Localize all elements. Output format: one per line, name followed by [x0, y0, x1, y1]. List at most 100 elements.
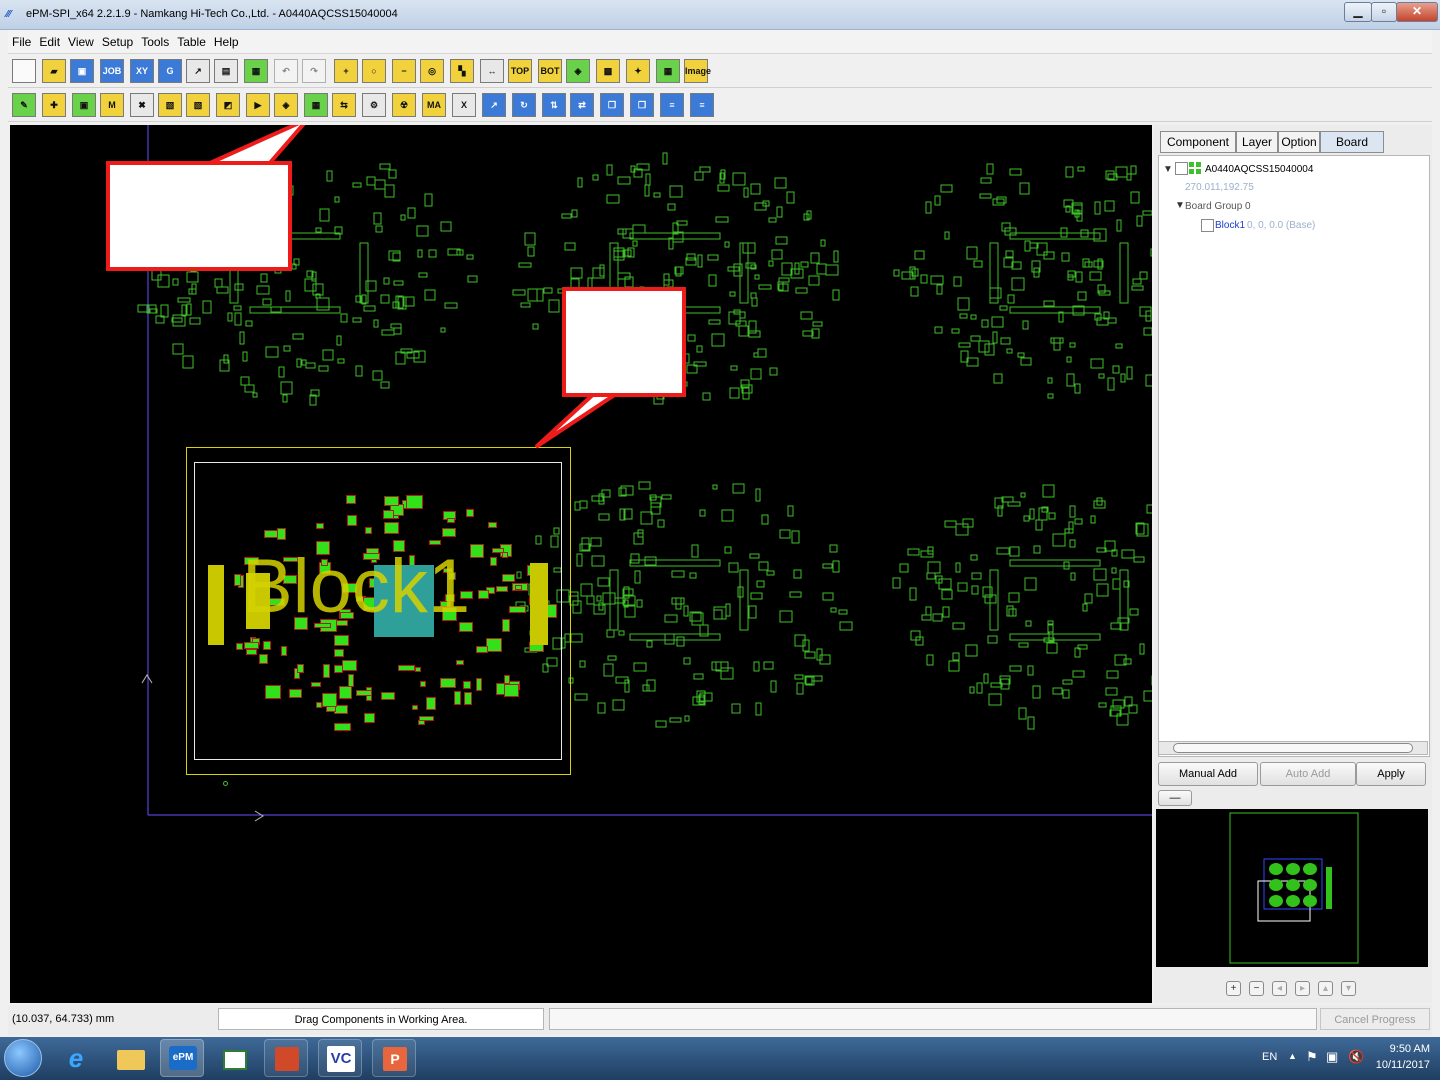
job-icon[interactable]: JOB: [100, 59, 124, 83]
toolbar-callout: [106, 161, 292, 271]
outlook-icon[interactable]: [264, 1039, 308, 1077]
xy-icon[interactable]: XY: [130, 59, 154, 83]
overview-minimap[interactable]: [1156, 809, 1428, 967]
bottom-icon[interactable]: BOT: [538, 59, 562, 83]
tab-board-array[interactable]: Board Array: [1320, 131, 1384, 169]
tree-checkbox-block[interactable]: [1201, 219, 1214, 232]
zoom-in-nav-button[interactable]: +: [1226, 981, 1241, 996]
new-file-icon[interactable]: [12, 59, 36, 83]
menu-view[interactable]: View: [64, 30, 98, 54]
pan-right-button[interactable]: ▸: [1295, 981, 1310, 996]
pen-icon[interactable]: ✎: [12, 93, 36, 117]
scroll-thumb[interactable]: [1173, 743, 1413, 753]
delete-icon[interactable]: X: [452, 93, 476, 117]
grid-icon[interactable]: ▦: [244, 59, 268, 83]
copy2-icon[interactable]: ❐: [630, 93, 654, 117]
language-indicator[interactable]: EN: [1262, 1051, 1277, 1063]
mark-icon[interactable]: M: [100, 93, 124, 117]
auto-add-button[interactable]: Auto Add: [1260, 762, 1356, 786]
show-hidden-icons[interactable]: ▲: [1288, 1051, 1297, 1061]
pan-left-button[interactable]: ◂: [1272, 981, 1287, 996]
fiducial-icon[interactable]: ✚: [42, 93, 66, 117]
gear-icon[interactable]: ⚙: [362, 93, 386, 117]
menu-file[interactable]: File: [8, 30, 35, 54]
image-icon[interactable]: Image: [684, 59, 711, 83]
part-icon[interactable]: ✖: [130, 93, 154, 117]
network-icon[interactable]: ▣: [1326, 1049, 1338, 1065]
minimap-board: [1286, 879, 1300, 891]
component-icon[interactable]: ▩: [596, 59, 620, 83]
board-icon[interactable]: ▦: [656, 59, 680, 83]
file-explorer-icon[interactable]: [108, 1039, 152, 1077]
undo-icon[interactable]: ↶: [274, 59, 298, 83]
zoom-fit-icon[interactable]: ◎: [420, 59, 444, 83]
volume-icon[interactable]: 🔇: [1348, 1049, 1364, 1065]
working-area-canvas[interactable]: Block1: [10, 125, 1152, 1003]
radiation-icon[interactable]: ☢: [392, 93, 416, 117]
epm-app-icon[interactable]: ePM: [160, 1039, 204, 1077]
pan-down-button[interactable]: ▾: [1341, 981, 1356, 996]
tree-root-name[interactable]: A0440AQCSS15040004: [1205, 164, 1313, 175]
minimize-button[interactable]: ▁: [1344, 2, 1372, 22]
tab-layer[interactable]: Layer: [1236, 131, 1278, 153]
export-icon[interactable]: ↗: [186, 59, 210, 83]
copy-icon[interactable]: ❐: [600, 93, 624, 117]
menu-edit[interactable]: Edit: [35, 30, 64, 54]
save-icon[interactable]: ▣: [70, 59, 94, 83]
powerpoint-icon[interactable]: P: [372, 1039, 416, 1077]
pan-up-button[interactable]: ▴: [1318, 981, 1333, 996]
measure-icon[interactable]: ↔: [480, 59, 504, 83]
zoom-icon[interactable]: ○: [362, 59, 386, 83]
list-all2-icon[interactable]: ≡: [690, 93, 714, 117]
chip-icon[interactable]: ◈: [566, 59, 590, 83]
tab-option[interactable]: Option: [1278, 131, 1320, 153]
place2-icon[interactable]: ▧: [186, 93, 210, 117]
maximize-button[interactable]: ▫: [1371, 2, 1397, 22]
list-all-icon[interactable]: ≡: [660, 93, 684, 117]
cancel-progress-button[interactable]: Cancel Progress: [1320, 1008, 1430, 1030]
rotate-icon[interactable]: ↻: [512, 93, 536, 117]
tree-block-name[interactable]: Block1: [1215, 220, 1245, 231]
menu-help[interactable]: Help: [210, 30, 243, 54]
internet-explorer-icon[interactable]: e: [54, 1039, 98, 1077]
zoom-out-nav-button[interactable]: −: [1249, 981, 1264, 996]
chip-alert-icon[interactable]: ◈: [274, 93, 298, 117]
tree-horizontal-scrollbar[interactable]: [1158, 741, 1428, 755]
gerber-icon[interactable]: G: [158, 59, 182, 83]
apply-button[interactable]: Apply: [1356, 762, 1426, 786]
tree-checkbox-root[interactable]: [1175, 162, 1188, 175]
flip-icon[interactable]: ⇄: [570, 93, 594, 117]
menu-tools[interactable]: Tools: [137, 30, 173, 54]
tab-component[interactable]: Component: [1160, 131, 1236, 153]
action-center-flag-icon[interactable]: ⚑: [1306, 1049, 1318, 1065]
menu-table[interactable]: Table: [173, 30, 210, 54]
move-icon[interactable]: ↗: [482, 93, 506, 117]
layers-icon[interactable]: ▚: [450, 59, 474, 83]
start-button[interactable]: [4, 1039, 42, 1077]
vc-app-icon[interactable]: VC: [318, 1039, 362, 1077]
menu-setup[interactable]: Setup: [98, 30, 137, 54]
top-icon[interactable]: TOP: [508, 59, 532, 83]
collapse-button[interactable]: —: [1158, 790, 1192, 806]
pad-icon[interactable]: ▣: [72, 93, 96, 117]
window-app-icon[interactable]: [212, 1039, 256, 1077]
zoom-out-icon[interactable]: −: [392, 59, 416, 83]
tree-group[interactable]: Board Group 0: [1185, 201, 1251, 212]
run-icon[interactable]: ▶: [246, 93, 270, 117]
place-icon[interactable]: ▧: [158, 93, 182, 117]
mirror-icon[interactable]: ⇅: [542, 93, 566, 117]
tree-expand-group-icon[interactable]: ▼: [1175, 200, 1185, 211]
close-button[interactable]: ✕: [1396, 2, 1438, 22]
align-icon[interactable]: ◩: [216, 93, 240, 117]
system-clock[interactable]: 9:50 AM 10/11/2017: [1376, 1041, 1430, 1073]
film-icon[interactable]: ▤: [214, 59, 238, 83]
zoom-in-icon[interactable]: +: [334, 59, 358, 83]
redo-icon[interactable]: ↷: [302, 59, 326, 83]
open-folder-icon[interactable]: ▰: [42, 59, 66, 83]
board-array-icon[interactable]: ▦: [304, 93, 328, 117]
tree-expand-root-icon[interactable]: ▼: [1163, 164, 1173, 175]
manual-add-button[interactable]: Manual Add: [1158, 762, 1258, 786]
merge-icon[interactable]: ⇆: [332, 93, 356, 117]
light-icon[interactable]: ✦: [626, 59, 650, 83]
ma-icon[interactable]: MA: [422, 93, 446, 117]
